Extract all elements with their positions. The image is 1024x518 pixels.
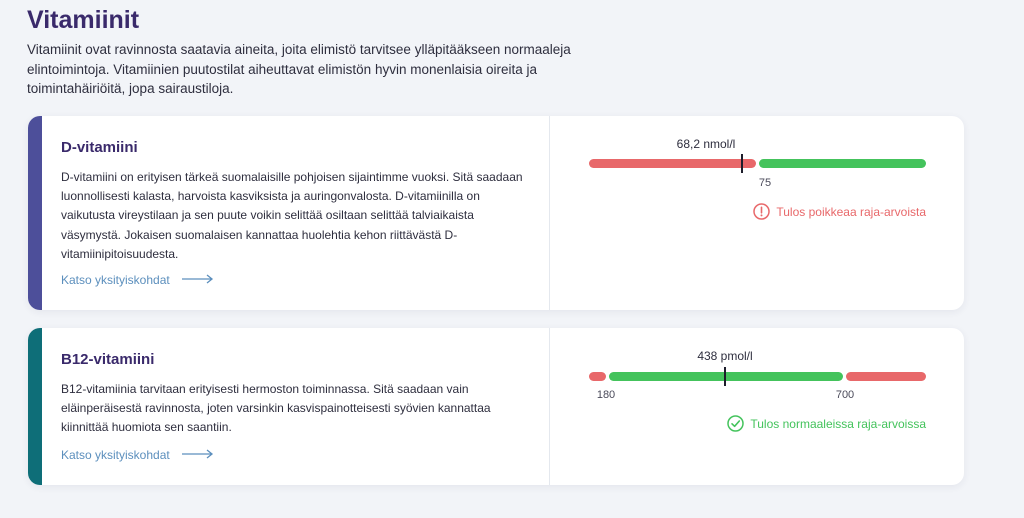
vitamin-card-b12: B12-vitamiini B12-vitamiinia tarvitaan e… — [28, 328, 964, 485]
status-badge: Tulos normaaleissa raja-arvoissa — [727, 415, 926, 432]
range-tick-label: 700 — [835, 389, 855, 401]
card-accent-bar — [28, 328, 42, 485]
range-segment-out — [845, 372, 926, 381]
page-title: Vitamiinit — [27, 6, 140, 34]
range-tick-label: 75 — [758, 177, 772, 189]
status-text: Tulos normaaleissa raja-arvoissa — [750, 416, 926, 431]
value-marker — [723, 367, 726, 386]
range-tick-label: 180 — [596, 389, 616, 401]
details-link-label: Katso yksityiskohdat — [61, 273, 170, 287]
range-segment-out — [589, 372, 606, 381]
card-title: D-vitamiini — [61, 139, 138, 156]
value-marker — [741, 154, 744, 173]
status-badge: Tulos poikkeaa raja-arvoista — [753, 203, 926, 220]
measurement-panel: 438 pmol/l 180 700 Tulos normaaleissa ra… — [550, 328, 964, 485]
measurement-value: 438 pmol/l — [697, 349, 753, 363]
card-title: B12-vitamiini — [61, 351, 155, 368]
check-circle-icon — [727, 415, 745, 432]
card-accent-bar — [28, 116, 42, 310]
card-description: B12-vitamiinia tarvitaan erityisesti her… — [61, 382, 491, 435]
arrow-right-icon — [181, 448, 214, 462]
range-gauge — [589, 367, 926, 386]
range-segment-out — [589, 159, 756, 168]
card-info: D-vitamiini D-vitamiini on erityisen tär… — [42, 116, 550, 310]
page-intro: Vitamiinit ovat ravinnosta saatavia aine… — [27, 42, 571, 96]
card-description: D-vitamiini on erityisen tärkeä suomalai… — [61, 170, 523, 261]
vitamin-card-d: D-vitamiini D-vitamiini on erityisen tär… — [28, 116, 964, 310]
status-text: Tulos poikkeaa raja-arvoista — [776, 204, 926, 219]
range-segment-ok — [759, 159, 926, 168]
measurement-panel: 68,2 nmol/l 75 Tulos poikkeaa raja-arvoi… — [550, 116, 964, 310]
card-info: B12-vitamiini B12-vitamiinia tarvitaan e… — [42, 328, 550, 485]
exclamation-circle-icon — [753, 203, 771, 220]
arrow-right-icon — [181, 273, 214, 287]
range-gauge — [589, 154, 926, 173]
details-link-label: Katso yksityiskohdat — [61, 448, 170, 462]
measurement-value: 68,2 nmol/l — [676, 137, 736, 151]
details-link[interactable]: Katso yksityiskohdat — [61, 273, 214, 287]
details-link[interactable]: Katso yksityiskohdat — [61, 448, 214, 462]
